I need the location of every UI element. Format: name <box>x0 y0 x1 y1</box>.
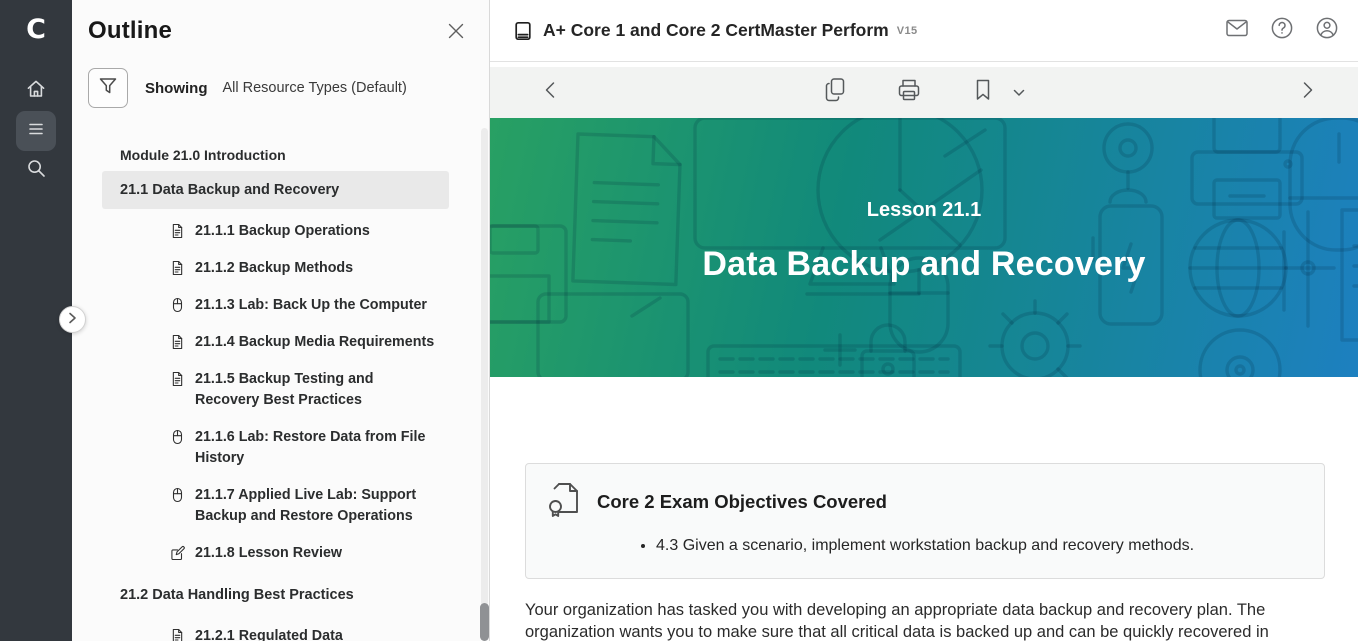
resource-filter: Showing All Resource Types (Default) <box>88 68 473 108</box>
chevron-right-icon <box>68 311 77 329</box>
lesson-number: Lesson 21.1 <box>867 199 982 222</box>
profile-icon <box>1315 16 1339 45</box>
certificate-icon <box>546 480 582 523</box>
outline-item[interactable]: 21.1.1 Backup Operations <box>170 213 435 250</box>
outline-menu-button[interactable] <box>16 111 56 151</box>
close-outline-button[interactable] <box>443 20 469 46</box>
course-title: A+ Core 1 and Core 2 CertMaster Perform <box>543 20 889 41</box>
book-icon <box>513 21 533 41</box>
main-area: A+ Core 1 and Core 2 CertMaster Perform … <box>490 0 1358 641</box>
print-icon <box>896 77 922 108</box>
outline-item[interactable]: 21.1.2 Backup Methods <box>170 250 435 287</box>
lesson-hero: Lesson 21.1 Data Backup and Recovery <box>490 118 1358 377</box>
help-button[interactable] <box>1269 18 1295 44</box>
search-button[interactable] <box>16 151 56 191</box>
outline-item[interactable]: 21.1.8 Lesson Review <box>170 535 435 572</box>
document-icon <box>170 334 185 350</box>
outline-panel: Outline Showing All Resource Types (Defa… <box>72 0 490 641</box>
bookmark-icon <box>973 78 993 107</box>
panel-expand-handle[interactable] <box>59 306 86 333</box>
outline-item-label: 21.1.7 Applied Live Lab: Support Backup … <box>195 485 435 527</box>
outline-list: Module 21.0 Introduction 21.1 Data Backup… <box>72 145 489 641</box>
outline-item[interactable]: 21.1.5 Backup Testing and Recovery Best … <box>170 361 435 419</box>
outline-menu-icon <box>26 119 46 144</box>
filter-showing-label: Showing <box>145 80 208 97</box>
lesson-paragraph: Your organization has tasked you with de… <box>525 599 1307 641</box>
search-icon <box>26 158 47 184</box>
filter-button[interactable] <box>88 68 128 108</box>
lesson-toolbar <box>490 67 1358 118</box>
outline-scrollbar-thumb[interactable] <box>480 603 489 641</box>
outline-scrollbar-track[interactable] <box>481 128 488 641</box>
help-icon <box>1270 16 1294 45</box>
outline-item-label: 21.2 Data Handling Best Practices <box>120 587 354 603</box>
outline-item-label: Module 21.0 Introduction <box>120 147 286 163</box>
objective-item: 4.3 Given a scenario, implement workstat… <box>656 535 1302 557</box>
outline-item-label: 21.1.3 Lab: Back Up the Computer <box>195 295 427 316</box>
outline-item-label: 21.1.2 Backup Methods <box>195 258 353 279</box>
course-version-badge: V15 <box>897 25 918 37</box>
bookmark-button[interactable] <box>968 73 998 113</box>
objectives-heading: Core 2 Exam Objectives Covered <box>597 491 887 513</box>
filter-value: All Resource Types (Default) <box>223 80 407 96</box>
mouse-icon <box>170 297 185 313</box>
mouse-icon <box>170 429 185 445</box>
chevron-down-icon <box>1013 84 1025 102</box>
outline-item[interactable]: Module 21.0 Introduction <box>120 145 449 165</box>
edit-icon <box>170 545 185 561</box>
objectives-list: 4.3 Given a scenario, implement workstat… <box>546 535 1302 557</box>
document-icon <box>170 260 185 276</box>
next-page-button[interactable] <box>1290 67 1326 118</box>
outline-item[interactable]: 21.2.1 Regulated Data Classification <box>170 618 435 641</box>
outline-item[interactable]: 21.1.6 Lab: Restore Data from File Histo… <box>170 419 435 477</box>
document-icon <box>170 223 185 239</box>
home-button[interactable] <box>16 71 56 111</box>
copy-icon <box>823 77 847 108</box>
lesson-title: Data Backup and Recovery <box>702 245 1145 284</box>
outline-item[interactable]: 21.1 Data Backup and Recovery <box>102 171 449 209</box>
close-icon <box>447 22 465 45</box>
lesson-content: Core 2 Exam Objectives Covered 4.3 Given… <box>490 377 1358 641</box>
outline-title: Outline <box>88 17 172 45</box>
copy-button[interactable] <box>820 73 850 113</box>
app-window: C Outline <box>0 0 1358 641</box>
mail-icon <box>1225 16 1249 45</box>
comptia-logo: C <box>26 11 46 47</box>
exam-objectives-box: Core 2 Exam Objectives Covered 4.3 Given… <box>525 463 1325 579</box>
document-icon <box>170 628 185 641</box>
outline-item[interactable]: 21.2 Data Handling Best Practices <box>102 576 449 614</box>
chevron-right-icon <box>1302 81 1314 104</box>
outline-item-label: 21.1.8 Lesson Review <box>195 543 342 564</box>
bookmark-menu-button[interactable] <box>1010 73 1028 113</box>
outline-item[interactable]: 21.1.4 Backup Media Requirements <box>170 324 435 361</box>
outline-item[interactable]: 21.1.3 Lab: Back Up the Computer <box>170 287 435 324</box>
outline-item-label: 21.1.6 Lab: Restore Data from File Histo… <box>195 427 435 469</box>
course-header: A+ Core 1 and Core 2 CertMaster Perform … <box>490 0 1358 62</box>
document-icon <box>170 371 185 387</box>
account-button[interactable] <box>1314 18 1340 44</box>
outline-item-label: 21.1.5 Backup Testing and Recovery Best … <box>195 369 435 411</box>
outline-item-label: 21.1.1 Backup Operations <box>195 221 370 242</box>
outline-item-label: 21.2.1 Regulated Data Classification <box>195 626 435 641</box>
mouse-icon <box>170 487 185 503</box>
home-icon <box>25 78 47 105</box>
outline-item-label: 21.1 Data Backup and Recovery <box>120 182 339 198</box>
messages-button[interactable] <box>1224 18 1250 44</box>
filter-funnel-icon <box>98 76 118 101</box>
outline-item[interactable]: 21.1.7 Applied Live Lab: Support Backup … <box>170 477 435 535</box>
print-button[interactable] <box>894 73 924 113</box>
outline-item-label: 21.1.4 Backup Media Requirements <box>195 332 434 353</box>
